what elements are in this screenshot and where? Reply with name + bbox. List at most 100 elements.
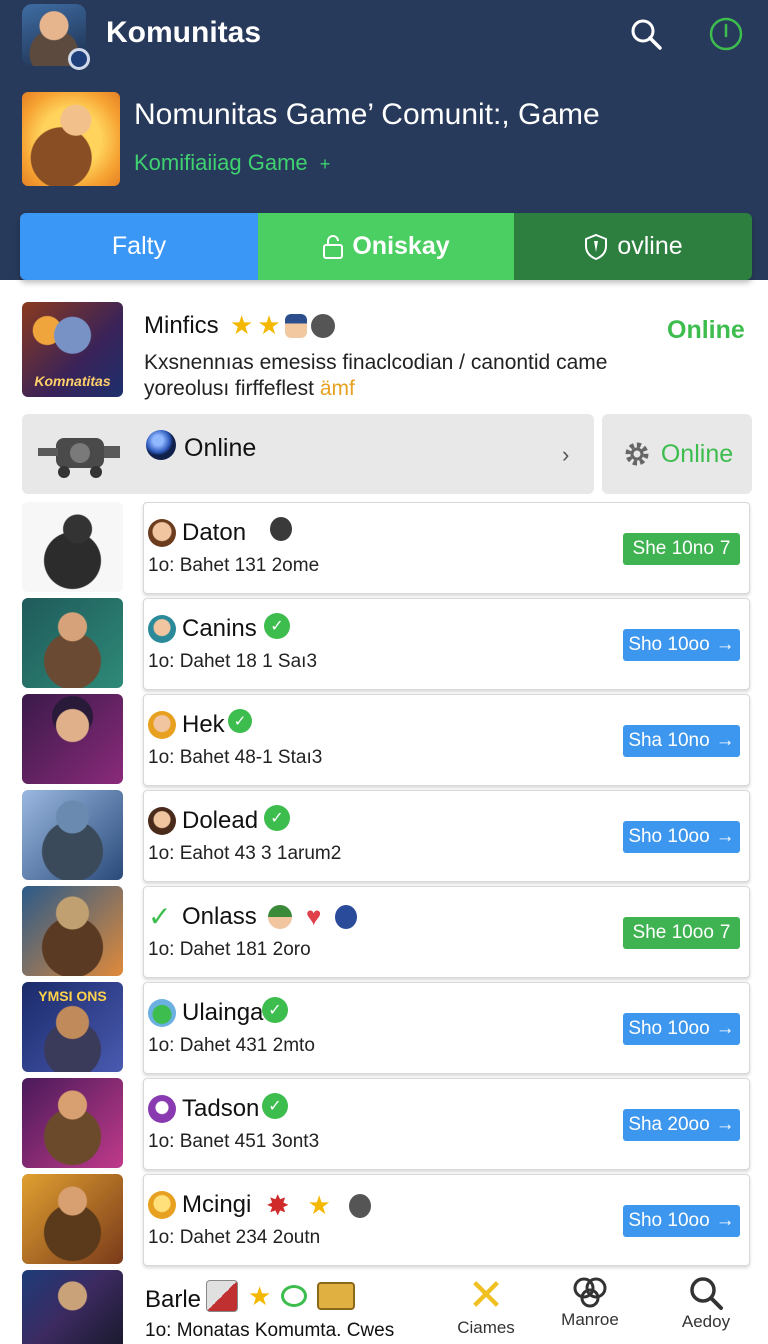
gear-icon (625, 442, 649, 466)
nav-today[interactable]: Aedoy (668, 1274, 744, 1332)
list-card: Mcingi ✸ ★ 1o: Dahet 234 2outn Sho 10oo … (143, 1174, 750, 1266)
button-icon: 7 (719, 538, 731, 559)
button-label: She 10oo (632, 922, 714, 943)
tab-falty[interactable]: Falty (20, 213, 258, 280)
star-icon: ★ (230, 310, 254, 340)
star-icon: ★ (307, 1190, 331, 1220)
item-emojis (270, 517, 292, 541)
button-label: Sho 10oo (628, 1018, 710, 1039)
featured-desc-line2: yoreolusı firffeflest ämf (144, 376, 664, 402)
list-item[interactable]: Canins ✓ 1o: Dahet 18 1 Saı3 Sho 10oo → (0, 598, 768, 694)
item-meta: 1o: Monatas Komumta. Cwes (145, 1320, 395, 1341)
featured-description: Kxsnennıas emesiss finaclcodian / canont… (144, 350, 664, 402)
list-card: ✓ Onlass ♥ 1o: Dahet 181 2oro She 10oo 7 (143, 886, 750, 978)
game-thumbnail (22, 694, 123, 784)
item-name: Dolead (182, 807, 259, 834)
item-action-button[interactable]: She 10oo 7 (623, 917, 740, 949)
item-action-button[interactable]: Sha 10no → (623, 725, 740, 757)
item-name: Ulainga (182, 999, 264, 1026)
item-emojis: ✓ (264, 805, 290, 831)
chat-icon (281, 1285, 308, 1307)
item-emojis: ✓ (264, 613, 290, 639)
item-name: Canins (182, 615, 257, 642)
featured-art-label: Komnatitas (34, 373, 111, 389)
featured-game-art[interactable]: Komnatitas (22, 302, 123, 397)
online-strip[interactable]: Online › (22, 414, 594, 494)
search-icon (631, 19, 662, 50)
item-action-button[interactable]: Sho 10oo → (623, 629, 740, 661)
online-settings-button[interactable]: Online (602, 414, 752, 494)
item-meta: 1o: Dahet 18 1 Saı3 (148, 651, 318, 672)
item-action-button[interactable]: Sha 20oo → (623, 1109, 740, 1141)
app-header: Komunitas Nomunitas Game’ Comunit:, Game… (0, 0, 768, 280)
game-thumbnail (22, 790, 123, 880)
star-icon: ★ (248, 1280, 272, 1311)
nav-games[interactable]: ✕ Ciames (448, 1274, 524, 1338)
swords-icon: ✕ (467, 1271, 505, 1320)
check-icon: ✓ (264, 613, 290, 639)
online-label: Online (184, 434, 257, 462)
power-icon (709, 17, 743, 51)
search-icon (690, 1277, 723, 1310)
featured-status: Online (667, 316, 745, 344)
character-icon (268, 904, 292, 929)
verified-icon: ✓ (262, 1093, 288, 1119)
dice-icon (206, 1280, 238, 1312)
game-thumbnail[interactable] (22, 1270, 123, 1344)
item-action-button[interactable]: She 10no 7 (623, 533, 740, 565)
button-icon: 7 (719, 922, 731, 943)
item-meta: 1o: Bahet 131 2ome (148, 555, 320, 576)
app-avatar[interactable] (22, 4, 90, 70)
banner-subtitle[interactable]: Komifiaiiag Game + (134, 150, 330, 176)
user-avatar (148, 807, 176, 835)
user-avatar (148, 615, 176, 643)
featured-desc-line2-text: yoreolusı firffeflest (144, 377, 315, 400)
scroll-icon (317, 1282, 356, 1310)
item-emojis: ✓ (262, 997, 288, 1023)
banner-subtitle-arrow-icon: + (319, 154, 331, 174)
list-item[interactable]: Tadson ✓ 1o: Banet 451 3ont3 Sha 20oo → (0, 1078, 768, 1174)
arrow-right-icon: → (715, 1114, 735, 1135)
game-thumbnail (22, 1078, 123, 1168)
tab-oniskay[interactable]: Oniskay (258, 213, 514, 280)
machine-icon (38, 438, 120, 478)
item-emojis: ✸ ★ (266, 1189, 371, 1222)
thumbnail-logo-text: YMSI ONS (38, 988, 107, 1004)
tab-label: Oniskay (352, 232, 450, 260)
agent-icon (270, 517, 292, 541)
item-meta: 1o: Dahet 234 2outn (148, 1227, 321, 1248)
banner-subtitle-text: Komifiaiiag Game (134, 150, 308, 175)
list-item[interactable]: ✓ Onlass ♥ 1o: Dahet 181 2oro She 10oo 7 (0, 886, 768, 982)
avatar-badge-icon (68, 48, 90, 70)
list-item[interactable]: Daton 1o: Bahet 131 2ome She 10no 7 (0, 502, 768, 598)
item-name: Onlass (182, 903, 257, 930)
banner-title: Nomunitas Game’ Comunit:, Game (134, 98, 600, 131)
ninja-icon (348, 1193, 371, 1218)
featured-desc-highlight: ämf (319, 377, 355, 400)
search-button[interactable] (626, 14, 666, 54)
item-action-button[interactable]: Sho 10oo → (623, 1205, 740, 1237)
list-item[interactable]: Hek ✓ 1o: Bahet 48-1 Staı3 Sha 10no → (0, 694, 768, 790)
list-item[interactable]: Dolead ✓ 1o: Eahot 43 3 1arum2 Sho 10oo … (0, 790, 768, 886)
list-card: Tadson ✓ 1o: Banet 451 3ont3 Sha 20oo → (143, 1078, 750, 1170)
button-label: She 10no (632, 538, 714, 559)
community-icon (573, 1277, 607, 1308)
list-item[interactable]: YMSI ONS Ulainga ✓ 1o: Dahet 431 2mto Sh… (0, 982, 768, 1078)
button-label: Sha 20oo (628, 1114, 710, 1135)
featured-desc-line1: Kxsnennıas emesiss finaclcodian / canont… (144, 351, 608, 374)
power-button[interactable] (706, 14, 746, 54)
item-action-button[interactable]: Sho 10oo → (623, 1013, 740, 1045)
button-label: Sho 10oo (628, 826, 710, 847)
tab-label: Falty (111, 232, 167, 260)
user-avatar (148, 519, 176, 547)
item-name: Daton (182, 519, 247, 546)
lock-icon (323, 234, 344, 259)
featured-emojis: ★ ★ (230, 310, 335, 341)
globe-icon (146, 430, 176, 460)
nav-more[interactable]: Manroe (552, 1274, 628, 1330)
banner-game-art (22, 92, 120, 186)
tab-ovline[interactable]: ovline (514, 213, 752, 280)
featured-name: Minfics (144, 312, 219, 339)
item-action-button[interactable]: Sho 10oo → (623, 821, 740, 853)
list-item[interactable]: Mcingi ✸ ★ 1o: Dahet 234 2outn Sho 10oo … (0, 1174, 768, 1270)
